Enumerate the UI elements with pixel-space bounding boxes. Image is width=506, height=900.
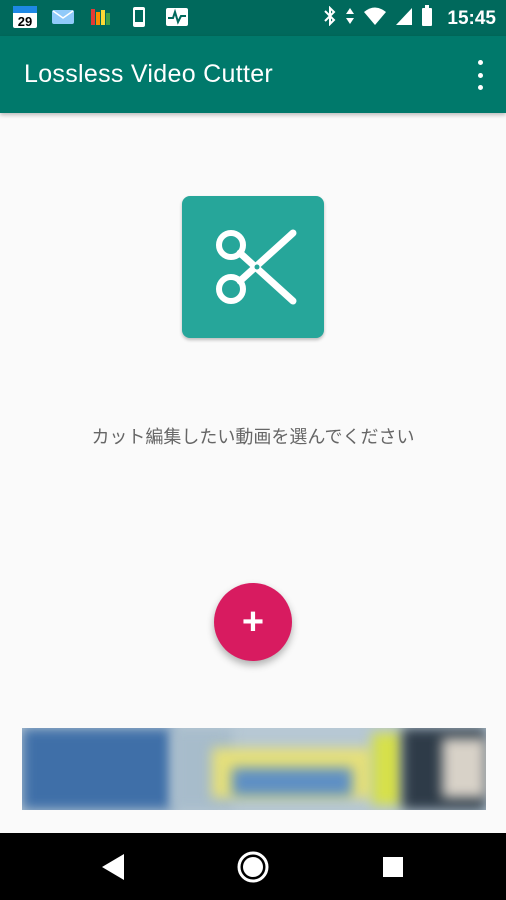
select-video-prompt: カット編集したい動画を選んでください — [91, 427, 415, 447]
status-bar: 29 15:45 — [0, 0, 506, 36]
bluetooth-icon — [323, 5, 337, 31]
recents-icon[interactable] — [373, 847, 413, 887]
mail-icon — [50, 6, 76, 28]
more-vert-icon[interactable] — [472, 60, 488, 90]
back-icon[interactable] — [93, 847, 133, 887]
signal-icon — [395, 6, 413, 31]
status-time: 15:45 — [447, 7, 496, 29]
plus-icon: + — [241, 601, 265, 643]
activity-icon — [164, 6, 190, 28]
calendar-icon: 29 — [12, 6, 38, 29]
calendar-day: 29 — [18, 14, 32, 29]
equalizer-icon — [88, 6, 114, 28]
scissors-icon — [216, 229, 297, 305]
ad-banner[interactable] — [22, 728, 486, 810]
app-logo — [182, 196, 324, 338]
navigation-bar — [0, 833, 506, 900]
phone-icon — [126, 6, 152, 28]
add-video-button[interactable]: + — [214, 583, 292, 661]
wifi-icon — [363, 6, 387, 31]
battery-icon — [421, 5, 433, 32]
app-bar: Lossless Video Cutter — [0, 36, 506, 113]
data-arrows-icon — [345, 6, 355, 31]
home-icon[interactable] — [233, 847, 273, 887]
app-title: Lossless Video Cutter — [24, 60, 274, 88]
